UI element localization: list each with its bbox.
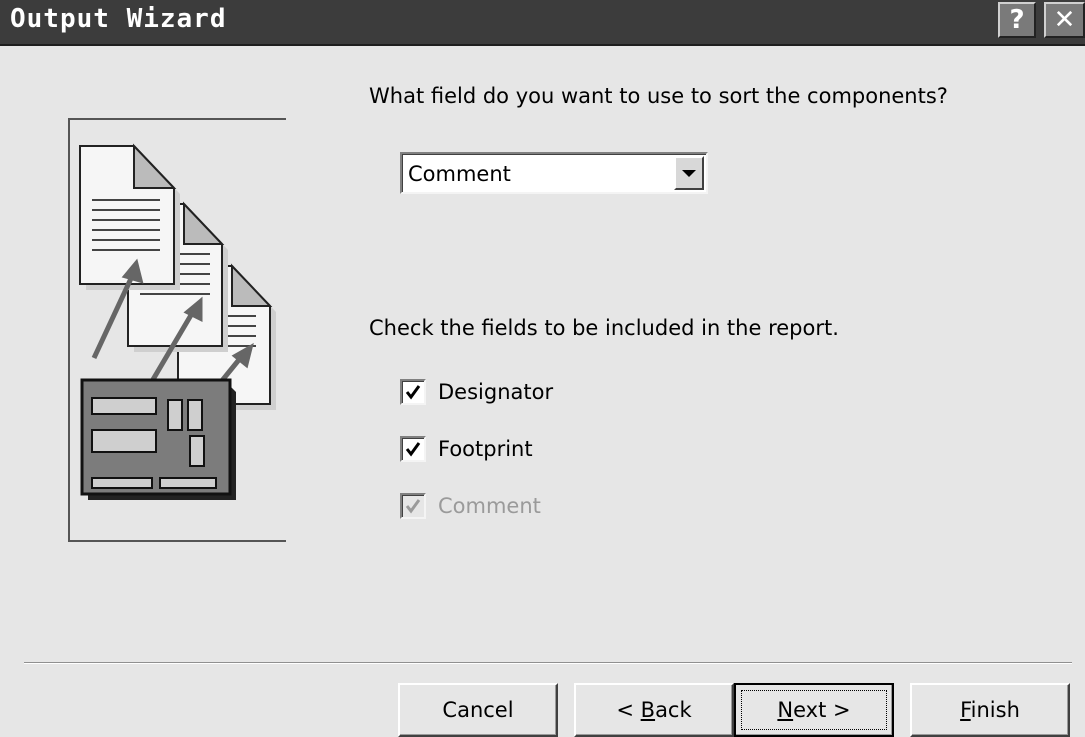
checkbox-label: Footprint	[438, 437, 533, 461]
help-button[interactable]: ?	[998, 2, 1036, 38]
sort-field-dropdown[interactable]: Comment	[400, 152, 708, 194]
checkbox-designator[interactable]: Designator	[400, 377, 553, 407]
button-separator	[24, 662, 1072, 664]
documents-to-circuit-board-illustration	[79, 143, 276, 500]
checkmark-icon	[405, 385, 421, 400]
checkbox-label: Designator	[438, 380, 554, 404]
dropdown-arrow-button[interactable]	[674, 156, 704, 190]
help-icon: ?	[1009, 5, 1025, 35]
checkbox-label: Comment	[438, 494, 541, 518]
checkbox-footprint[interactable]: Footprint	[400, 434, 533, 464]
next-button[interactable]: Next >	[734, 683, 894, 737]
cancel-button-label: Cancel	[442, 698, 514, 722]
back-button-label: < Back	[616, 698, 692, 722]
close-icon: ✕	[1053, 5, 1076, 35]
title-bar[interactable]: Output Wizard ? ✕	[0, 0, 1085, 46]
checkmark-icon	[405, 442, 421, 457]
cancel-button[interactable]: Cancel	[398, 683, 558, 737]
checkbox-box[interactable]	[400, 379, 426, 405]
finish-button-label: Finish	[960, 698, 1020, 722]
finish-button[interactable]: Finish	[910, 683, 1070, 737]
checkbox-box	[400, 493, 426, 519]
chevron-down-icon	[682, 169, 696, 177]
checkbox-box[interactable]	[400, 436, 426, 462]
focus-rectangle	[741, 690, 887, 730]
sort-field-value: Comment	[408, 162, 511, 186]
back-button[interactable]: < Back	[574, 683, 734, 737]
checkmark-icon	[405, 499, 421, 514]
fields-prompt: Check the fields to be included in the r…	[369, 316, 839, 340]
circuit-board-icon	[80, 378, 236, 500]
close-button[interactable]: ✕	[1044, 2, 1085, 38]
checkbox-comment: Comment	[400, 491, 541, 521]
sort-field-prompt: What field do you want to use to sort th…	[369, 84, 948, 108]
window-title: Output Wizard	[10, 4, 227, 34]
